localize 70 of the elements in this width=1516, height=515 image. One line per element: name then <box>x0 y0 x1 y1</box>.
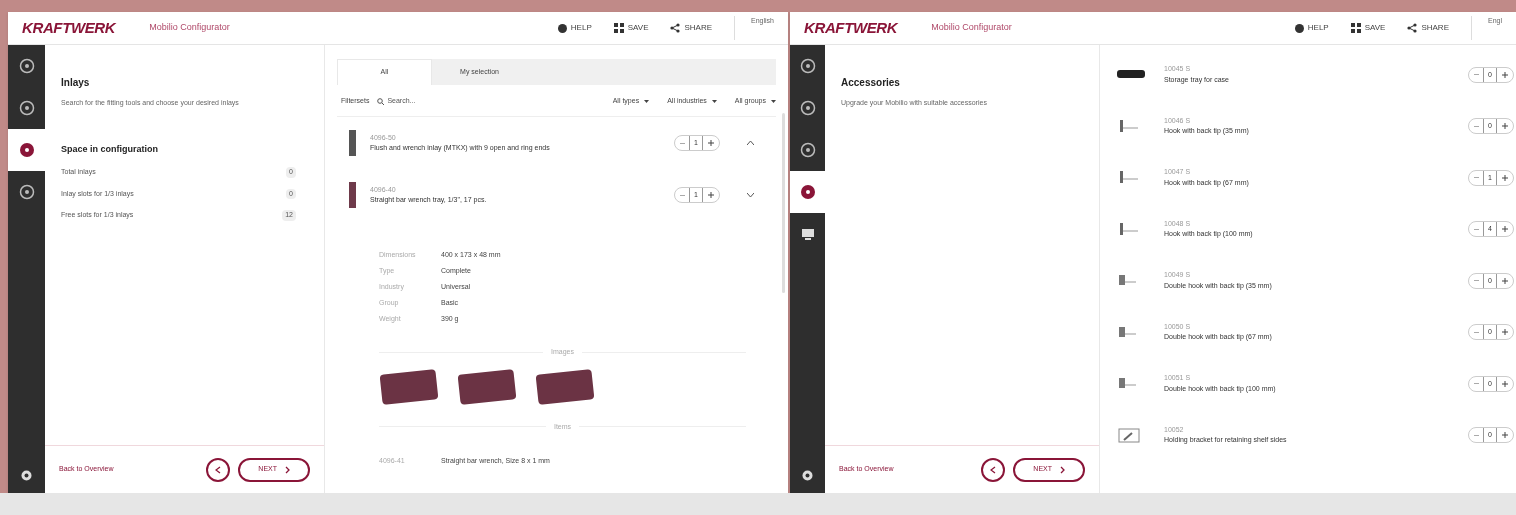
step-icon <box>799 184 816 200</box>
chevron-left-icon <box>215 465 222 474</box>
step-tab[interactable] <box>790 171 825 213</box>
photo-placeholder <box>457 368 517 405</box>
grid-icon <box>613 23 624 33</box>
plus-icon <box>1502 380 1508 387</box>
plus-icon <box>1502 432 1508 439</box>
product-thumbnail <box>349 130 356 156</box>
minus-icon <box>1473 434 1479 436</box>
app-subtitle: Mobilio Configurator <box>931 21 1012 35</box>
settings-icon <box>21 469 32 481</box>
step-icon <box>18 100 35 116</box>
step-icon <box>799 100 816 116</box>
minus-icon <box>1473 125 1479 127</box>
plus-icon <box>1502 226 1508 233</box>
grid-icon <box>1350 23 1361 33</box>
panel-title: Inlays <box>61 76 91 90</box>
plus-icon <box>1502 277 1508 284</box>
chevron-up-icon <box>746 141 754 145</box>
share-icon <box>670 23 681 33</box>
caret-icon <box>644 100 650 103</box>
expand-toggle[interactable] <box>744 141 756 145</box>
plus-icon <box>1502 174 1508 181</box>
minus-icon <box>1473 228 1479 230</box>
minus-icon <box>1473 383 1479 385</box>
brand-logo: KRAFTWERK <box>804 17 898 38</box>
step-icon <box>799 142 816 158</box>
product-thumbnail <box>349 182 356 208</box>
save-button[interactable]: SAVE <box>1350 22 1386 34</box>
photo-placeholder <box>379 368 439 405</box>
minus-icon <box>679 194 685 196</box>
step-tab[interactable] <box>8 129 45 171</box>
chevron-left-icon <box>990 465 997 474</box>
scrollbar[interactable] <box>782 113 785 293</box>
step-icon <box>799 58 816 74</box>
step-icon <box>18 142 35 158</box>
monitor-icon <box>801 228 814 240</box>
share-button[interactable]: SHARE <box>1407 22 1449 34</box>
search-icon <box>377 98 385 105</box>
step-icon <box>18 58 35 74</box>
share-icon <box>1407 23 1418 33</box>
expand-toggle[interactable] <box>744 193 756 197</box>
minus-icon <box>679 142 685 144</box>
step-icon <box>18 184 35 200</box>
minus-icon <box>1473 74 1479 76</box>
brand-logo: KRAFTWERK <box>22 17 116 38</box>
chevron-right-icon <box>1060 465 1065 474</box>
panel-title: Accessories <box>841 76 901 90</box>
caret-icon <box>711 100 717 103</box>
plus-icon <box>1502 71 1508 78</box>
plus-icon <box>1502 329 1508 336</box>
caret-icon <box>771 100 776 103</box>
previous-button[interactable] <box>206 457 231 482</box>
share-button[interactable]: SHARE <box>670 22 713 34</box>
help-button[interactable]: HELP <box>557 22 592 34</box>
minus-icon <box>1473 280 1479 282</box>
photo-placeholder <box>535 368 595 405</box>
settings-icon <box>802 469 813 481</box>
save-button[interactable]: SAVE <box>613 22 649 34</box>
minus-icon <box>1473 177 1479 179</box>
help-button[interactable]: HELP <box>1294 22 1329 34</box>
chevron-down-icon <box>746 193 754 197</box>
minus-icon <box>1473 331 1479 333</box>
previous-button[interactable] <box>981 457 1006 482</box>
app-subtitle: Mobilio Configurator <box>149 21 230 35</box>
plus-icon <box>1502 123 1508 130</box>
chevron-right-icon <box>285 465 290 474</box>
plus-icon <box>708 192 714 198</box>
plus-icon <box>708 140 714 146</box>
section-heading: Space in configuration <box>61 142 159 156</box>
